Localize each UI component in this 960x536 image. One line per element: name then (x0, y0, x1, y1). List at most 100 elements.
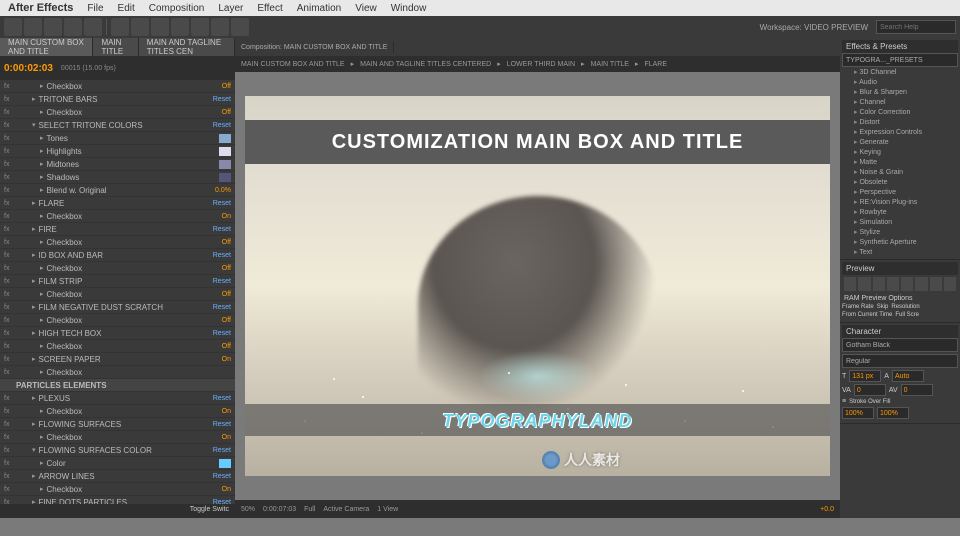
disclosure-arrow-icon[interactable]: ▸ (40, 368, 44, 376)
property-row[interactable]: fx▸CheckboxOff (0, 80, 235, 93)
menu-animation[interactable]: Animation (297, 3, 341, 14)
effect-category[interactable]: Keying (842, 147, 958, 157)
search-help-input[interactable] (876, 20, 956, 34)
effect-category[interactable]: Distort (842, 117, 958, 127)
tracking-input[interactable] (901, 384, 933, 396)
property-value[interactable]: On (222, 408, 231, 415)
effect-category[interactable]: Channel (842, 97, 958, 107)
ram-preview-icon[interactable] (944, 277, 956, 291)
property-row[interactable]: fx▸TRITONE BARSReset (0, 93, 235, 106)
disclosure-arrow-icon[interactable]: ▸ (32, 394, 36, 402)
property-row[interactable]: fx▸FILM NEGATIVE DUST SCRATCHReset (0, 301, 235, 314)
kerning-input[interactable] (854, 384, 886, 396)
property-row[interactable]: fx▸FILM STRIPReset (0, 275, 235, 288)
property-row[interactable]: fx▸Blend w. Original0.0% (0, 184, 235, 197)
effect-category[interactable]: Perspective (842, 187, 958, 197)
property-value[interactable]: Reset (213, 473, 231, 480)
vscale-input[interactable] (842, 407, 874, 419)
effect-category[interactable]: Stylize (842, 227, 958, 237)
effect-category[interactable]: Text (842, 247, 958, 257)
breadcrumb-item[interactable]: MAIN AND TAGLINE TITLES CENTERED (360, 61, 491, 68)
resolution[interactable]: Full (304, 506, 315, 513)
color-swatch[interactable] (219, 160, 231, 169)
zoom-tool-icon[interactable] (44, 18, 62, 36)
disclosure-arrow-icon[interactable]: ▸ (40, 485, 44, 493)
disclosure-arrow-icon[interactable]: ▸ (40, 134, 44, 142)
disclosure-arrow-icon[interactable]: ▸ (40, 108, 44, 116)
property-row[interactable]: fx▸Checkbox (0, 366, 235, 379)
footer-timecode[interactable]: 0:00:07:03 (263, 506, 296, 513)
property-value[interactable]: Reset (213, 447, 231, 454)
menu-window[interactable]: Window (391, 3, 427, 14)
effects-list[interactable]: 3D ChannelAudioBlur & SharpenChannelColo… (842, 67, 958, 257)
disclosure-arrow-icon[interactable]: ▸ (32, 95, 36, 103)
disclosure-arrow-icon[interactable]: ▸ (40, 82, 44, 90)
disclosure-arrow-icon[interactable]: ▸ (40, 173, 44, 181)
viewport[interactable]: CUSTOMIZATION MAIN BOX AND TITLE TYPOGRA… (235, 72, 840, 500)
property-row[interactable]: fx▾FLOWING SURFACES COLORReset (0, 444, 235, 457)
comp-tab-label[interactable]: Composition: MAIN CUSTOM BOX AND TITLE (235, 42, 394, 53)
property-row[interactable]: fx▾SELECT TRITONE COLORSReset (0, 119, 235, 132)
effect-category[interactable]: RE:Vision Plug-ins (842, 197, 958, 207)
breadcrumb-item[interactable]: MAIN TITLE (591, 61, 629, 68)
pen-tool-icon[interactable] (131, 18, 149, 36)
menu-effect[interactable]: Effect (257, 3, 282, 14)
property-row[interactable]: fx▸ARROW LINESReset (0, 470, 235, 483)
effect-category[interactable]: Matte (842, 157, 958, 167)
property-value[interactable]: Reset (213, 96, 231, 103)
menu-file[interactable]: File (87, 3, 103, 14)
disclosure-arrow-icon[interactable]: ▸ (40, 186, 44, 194)
effect-category[interactable]: Generate (842, 137, 958, 147)
property-row[interactable]: fx▸FINE DOTS PARTICLESReset (0, 496, 235, 504)
timecode[interactable]: 0:00:02:03 (4, 63, 53, 74)
disclosure-arrow-icon[interactable]: ▸ (32, 251, 36, 259)
property-value[interactable]: Reset (213, 226, 231, 233)
property-row[interactable]: fx▸HIGH TECH BOXReset (0, 327, 235, 340)
color-swatch[interactable] (219, 134, 231, 143)
effects-header[interactable]: Effects & Presets (842, 40, 958, 53)
text-tool-icon[interactable] (151, 18, 169, 36)
property-value[interactable]: On (222, 434, 231, 441)
property-row[interactable]: fx▸CheckboxOff (0, 314, 235, 327)
effect-category[interactable]: Expression Controls (842, 127, 958, 137)
tab-main-tagline[interactable]: MAIN AND TAGLINE TITLES CEN (139, 38, 235, 58)
active-camera[interactable]: Active Camera (323, 506, 369, 513)
toggle-switches[interactable]: Toggle Switc (0, 504, 235, 518)
font-select[interactable] (842, 338, 958, 352)
tab-main-custom[interactable]: MAIN CUSTOM BOX AND TITLE (0, 38, 93, 58)
property-row[interactable]: PARTICLES ELEMENTS (0, 379, 235, 392)
disclosure-arrow-icon[interactable]: ▸ (40, 433, 44, 441)
property-row[interactable]: fx▸SCREEN PAPEROn (0, 353, 235, 366)
breadcrumb-item[interactable]: LOWER THIRD MAIN (507, 61, 575, 68)
property-row[interactable]: fx▸PLEXUSReset (0, 392, 235, 405)
disclosure-arrow-icon[interactable]: ▸ (40, 264, 44, 272)
disclosure-arrow-icon[interactable]: ▸ (40, 459, 44, 467)
property-value[interactable]: Reset (213, 200, 231, 207)
property-row[interactable]: fx▸Midtones (0, 158, 235, 171)
disclosure-arrow-icon[interactable]: ▸ (40, 407, 44, 415)
disclosure-arrow-icon[interactable]: ▸ (40, 212, 44, 220)
prev-frame-icon[interactable] (858, 277, 870, 291)
effect-category[interactable]: Color Correction (842, 107, 958, 117)
disclosure-arrow-icon[interactable]: ▸ (32, 303, 36, 311)
property-row[interactable]: fx▸CheckboxOff (0, 288, 235, 301)
property-row[interactable]: fx▸Shadows (0, 171, 235, 184)
color-swatch[interactable] (219, 459, 231, 468)
property-row[interactable]: fx▸CheckboxOn (0, 405, 235, 418)
disclosure-arrow-icon[interactable]: ▸ (40, 342, 44, 350)
disclosure-arrow-icon[interactable]: ▸ (32, 199, 36, 207)
property-value[interactable]: Off (222, 83, 231, 90)
property-value[interactable]: Off (222, 291, 231, 298)
first-frame-icon[interactable] (844, 277, 856, 291)
effect-category[interactable]: Synthetic Aperture (842, 237, 958, 247)
menu-view[interactable]: View (355, 3, 377, 14)
disclosure-arrow-icon[interactable]: ▸ (40, 147, 44, 155)
property-row[interactable]: fx▸Highlights (0, 145, 235, 158)
property-value[interactable]: Off (222, 239, 231, 246)
property-row[interactable]: fx▸CheckboxOff (0, 262, 235, 275)
tab-main-title[interactable]: MAIN TITLE (93, 38, 138, 58)
breadcrumb-item[interactable]: FLARE (644, 61, 667, 68)
property-row[interactable]: fx▸FIREReset (0, 223, 235, 236)
property-row[interactable]: fx▸CheckboxOff (0, 106, 235, 119)
property-value[interactable]: On (222, 213, 231, 220)
